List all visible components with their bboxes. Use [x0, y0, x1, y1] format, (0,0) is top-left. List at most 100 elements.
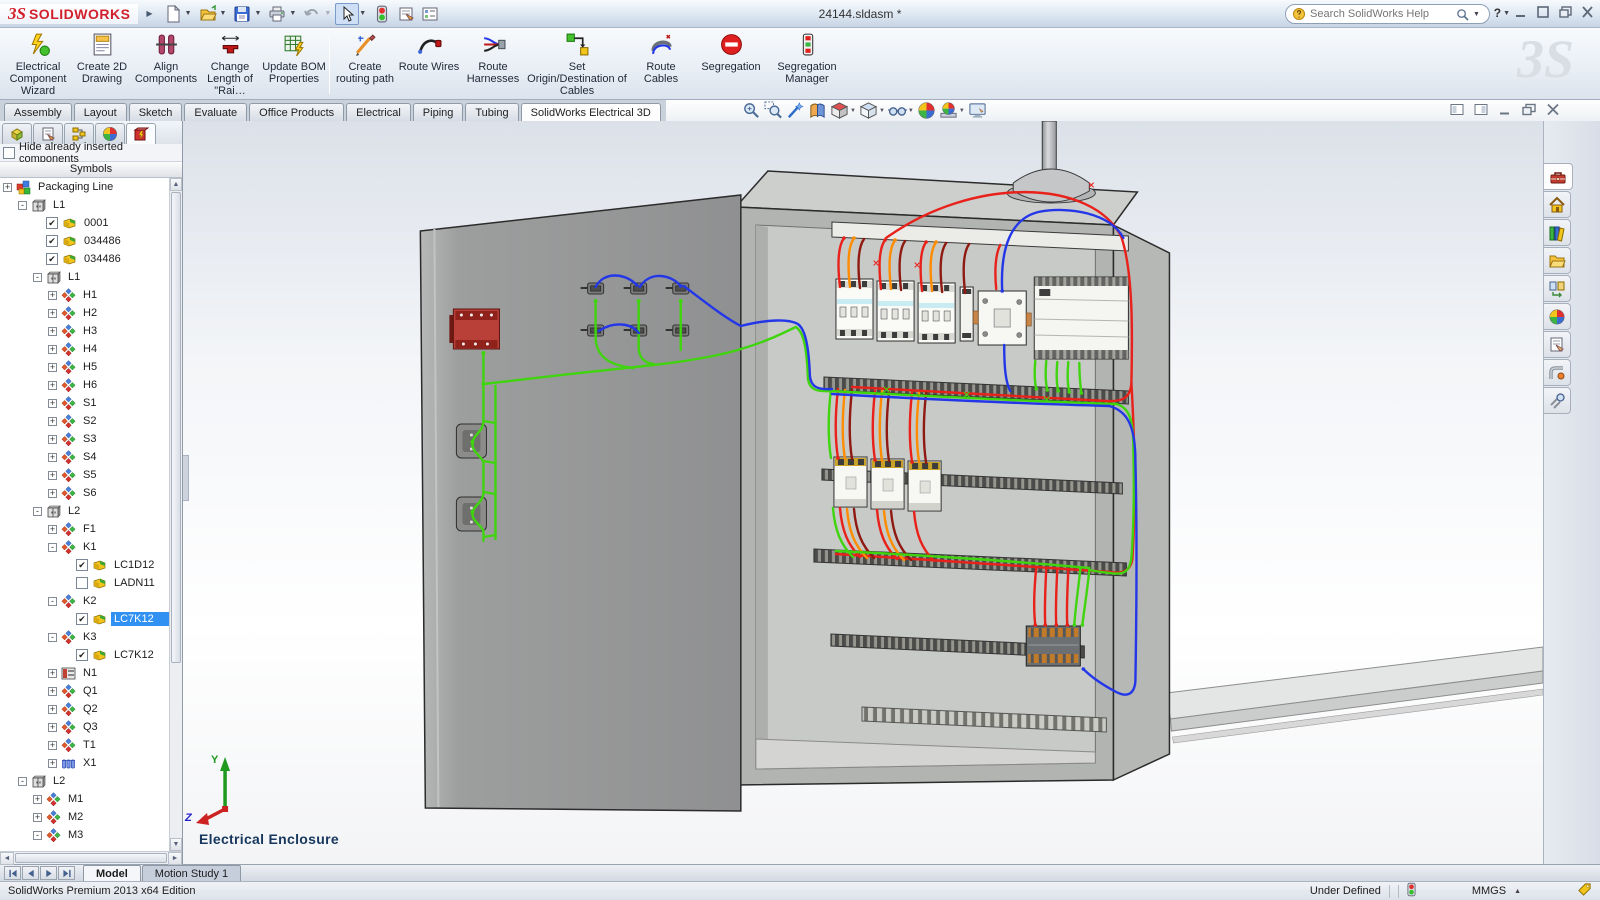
expand-toggle[interactable]: + [48, 435, 57, 444]
display-style-icon[interactable]: ▼ [859, 101, 885, 120]
search-input[interactable] [1310, 8, 1452, 20]
view-orientation-icon[interactable]: ▼ [830, 101, 856, 120]
next-study-button[interactable] [40, 866, 57, 880]
save-dropdown-icon[interactable]: ▼ [254, 10, 261, 17]
expand-toggle[interactable]: + [48, 345, 57, 354]
section-view-icon[interactable] [808, 101, 827, 120]
ribbon-button-route-harnesses[interactable]: Route Harnesses [461, 30, 525, 99]
hide-show-dropdown-icon[interactable]: ▼ [908, 108, 914, 114]
tree-item-q2[interactable]: +Q2 [0, 700, 169, 718]
zoom-to-area-icon[interactable] [764, 101, 783, 120]
tree-vertical-scrollbar[interactable]: ▲ ▼ [169, 178, 182, 851]
hscroll-thumb[interactable] [15, 853, 167, 863]
scroll-left-icon[interactable]: ◄ [0, 852, 14, 865]
tab-evaluate[interactable]: Evaluate [184, 103, 247, 121]
ribbon-button-align-components[interactable]: Align Components [134, 30, 198, 99]
undo-button[interactable] [300, 3, 324, 25]
tree-item-s3[interactable]: +S3 [0, 430, 169, 448]
tree-item-l1[interactable]: -L1 [0, 268, 169, 286]
tab-model[interactable]: Model [83, 865, 141, 881]
new-dropdown-icon[interactable]: ▼ [185, 10, 192, 17]
expand-toggle[interactable]: - [33, 273, 42, 282]
pane-right-icon[interactable] [1474, 103, 1488, 119]
options-button[interactable] [418, 3, 442, 25]
open-dropdown-icon[interactable]: ▼ [220, 10, 227, 17]
apply-scene-dropdown-icon[interactable]: ▼ [959, 108, 965, 114]
print-button[interactable] [265, 3, 289, 25]
tree-item-k3[interactable]: -K3 [0, 628, 169, 646]
tag-icon[interactable] [1577, 882, 1592, 900]
tree-item-l1[interactable]: -L1 [0, 196, 169, 214]
visibility-checkbox[interactable]: ✔ [76, 559, 88, 571]
expand-toggle[interactable]: + [48, 723, 57, 732]
tree-item-m2[interactable]: +M2 [0, 808, 169, 826]
tree-item-m3[interactable]: -M3 [0, 826, 169, 844]
expand-toggle[interactable]: - [33, 831, 42, 840]
expand-toggle[interactable]: + [48, 399, 57, 408]
expand-toggle[interactable]: + [48, 309, 57, 318]
tree-item-m1[interactable]: +M1 [0, 790, 169, 808]
visibility-checkbox[interactable]: ✔ [46, 253, 58, 265]
tab-tubing[interactable]: Tubing [465, 103, 518, 121]
ribbon-button-segregation-manager[interactable]: Segregation Manager [769, 30, 845, 99]
tree-item-q1[interactable]: +Q1 [0, 682, 169, 700]
help-menu-button[interactable]: ?▼ [1494, 6, 1514, 20]
expand-toggle[interactable]: + [48, 489, 57, 498]
tree-item-lc1d12[interactable]: ✔LC1D12 [0, 556, 169, 574]
previous-view-icon[interactable] [786, 101, 805, 120]
traffic-light-icon[interactable] [370, 3, 394, 25]
expand-toggle[interactable]: - [18, 777, 27, 786]
tree-item-h5[interactable]: +H5 [0, 358, 169, 376]
select-tool-button[interactable] [335, 3, 359, 25]
expand-toggle[interactable]: + [48, 687, 57, 696]
tree-item-t1[interactable]: +T1 [0, 736, 169, 754]
tree-item-0001[interactable]: ✔0001 [0, 214, 169, 232]
save-button[interactable] [230, 3, 254, 25]
tree-item-s5[interactable]: +S5 [0, 466, 169, 484]
tree-item-s2[interactable]: +S2 [0, 412, 169, 430]
tree-item-h6[interactable]: +H6 [0, 376, 169, 394]
new-document-button[interactable] [161, 3, 185, 25]
ribbon-button-change-length[interactable]: Change Length of "Rai… [198, 30, 262, 99]
close-button[interactable] [1581, 6, 1594, 21]
view-orientation-dropdown-icon[interactable]: ▼ [850, 108, 856, 114]
taskpane-tab-custom-properties[interactable] [1544, 331, 1571, 358]
minimize-doc-icon[interactable] [1498, 103, 1512, 119]
restore-button[interactable] [1559, 6, 1572, 21]
tree-item-k2[interactable]: -K2 [0, 592, 169, 610]
scroll-down-icon[interactable]: ▼ [170, 838, 182, 851]
taskpane-tab-forum[interactable] [1544, 387, 1571, 414]
previous-study-button[interactable] [22, 866, 39, 880]
tree-item-q3[interactable]: +Q3 [0, 718, 169, 736]
tree-item-s1[interactable]: +S1 [0, 394, 169, 412]
tree-item-f1[interactable]: +F1 [0, 520, 169, 538]
expand-toggle[interactable]: - [48, 597, 57, 606]
tree-item-034486[interactable]: ✔034486 [0, 250, 169, 268]
ribbon-button-create-2d-drawing[interactable]: Create 2D Drawing [70, 30, 134, 99]
enclosure-cabinet[interactable] [736, 171, 1170, 785]
search-dropdown-icon[interactable]: ▼ [1473, 11, 1480, 18]
tab-piping[interactable]: Piping [413, 103, 464, 121]
expand-toggle[interactable]: + [48, 705, 57, 714]
ribbon-button-route-cables[interactable]: Route Cables [629, 30, 693, 99]
expand-toggle[interactable]: + [48, 669, 57, 678]
taskpane-tab-home[interactable] [1544, 191, 1571, 218]
taskpane-tab-appearances[interactable] [1544, 303, 1571, 330]
tree-item-x1[interactable]: +X1 [0, 754, 169, 772]
expand-toggle[interactable]: - [48, 543, 57, 552]
visibility-checkbox[interactable]: ✔ [46, 235, 58, 247]
pane-left-icon[interactable] [1450, 103, 1464, 119]
tab-motion-study-1[interactable]: Motion Study 1 [142, 865, 241, 881]
search-icon[interactable] [1456, 8, 1469, 21]
close-doc-icon[interactable] [1546, 103, 1560, 119]
3d-scene[interactable]: Y Z Electrical Enclosure [183, 121, 1543, 864]
scroll-right-icon[interactable]: ► [168, 852, 182, 865]
visibility-checkbox[interactable] [76, 577, 88, 589]
tree-item-l2[interactable]: -L2 [0, 502, 169, 520]
expand-toggle[interactable]: - [18, 201, 27, 210]
expand-toggle[interactable]: + [48, 291, 57, 300]
tree-item-l2[interactable]: -L2 [0, 772, 169, 790]
tree-item-034486[interactable]: ✔034486 [0, 232, 169, 250]
maximize-button[interactable] [1537, 6, 1550, 21]
expand-toggle[interactable]: + [48, 363, 57, 372]
